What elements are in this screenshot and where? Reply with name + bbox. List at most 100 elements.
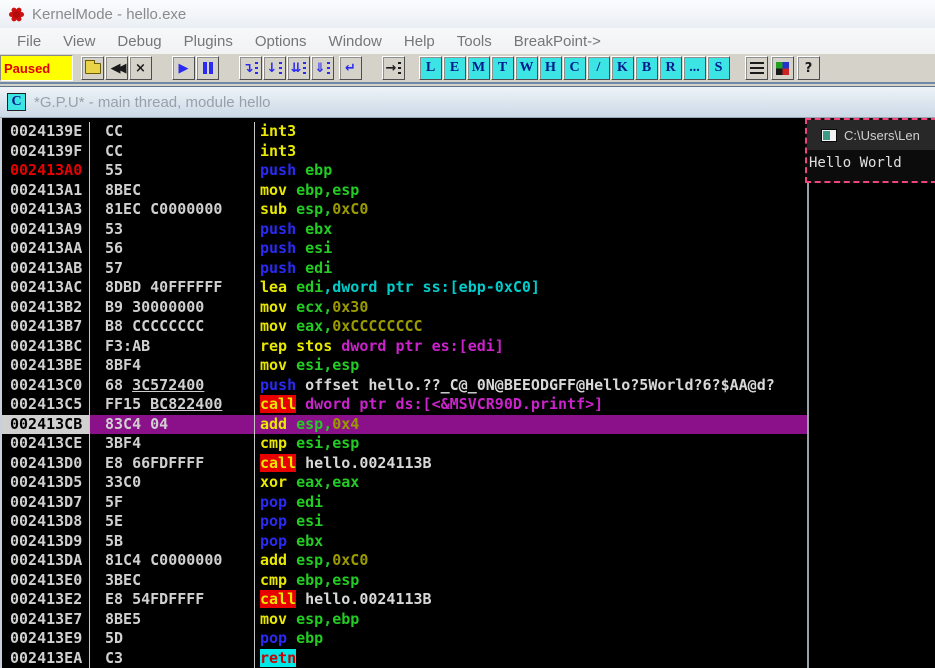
instruction-cell: mov esp,ebp — [255, 610, 807, 630]
disassembly-row[interactable]: 002413C5FF15 BC822400call dword ptr ds:[… — [2, 395, 807, 415]
disassembly-row[interactable]: 002413AC8DBD 40FFFFFFlea edi,dword ptr s… — [2, 278, 807, 298]
trace-into-button[interactable]: ⇊ — [287, 56, 310, 80]
view-button-more[interactable]: ... — [683, 56, 706, 80]
go-to-address-button[interactable]: → — [382, 56, 405, 80]
cpu-window-title-bar[interactable]: C *G.P.U* - main thread, module hello — [0, 86, 935, 118]
title-bar[interactable]: KernelMode - hello.exe — [0, 0, 935, 28]
execute-till-return-button[interactable]: ↵ — [339, 56, 362, 80]
open-file-button[interactable] — [81, 56, 104, 80]
menu-item-debug[interactable]: Debug — [106, 31, 172, 52]
menu-item-file[interactable]: File — [6, 31, 52, 52]
address-cell: 002413D0 — [2, 454, 90, 474]
trace-over-button[interactable]: ⇓ — [311, 56, 334, 80]
disassembly-row[interactable]: 002413D533C0xor eax,eax — [2, 473, 807, 493]
view-button-w[interactable]: W — [515, 56, 538, 80]
step-into-button[interactable]: ↴ — [239, 56, 262, 80]
go-to-icon: → — [386, 62, 397, 75]
disassembly-row[interactable]: 002413AB57push edi — [2, 259, 807, 279]
view-button-s[interactable]: S — [707, 56, 730, 80]
disassembly-row[interactable]: 002413E95Dpop ebp — [2, 629, 807, 649]
disassembly-row[interactable]: 002413A953push ebx — [2, 220, 807, 240]
disassembly-row[interactable]: 002413A18BECmov ebp,esp — [2, 181, 807, 201]
disassembly-row[interactable]: 002413A381EC C0000000sub esp,0xC0 — [2, 200, 807, 220]
disassembly-row[interactable]: 002413EAC3retn — [2, 649, 807, 668]
disassembly-row[interactable]: 002413B2B9 30000000mov ecx,0x30 — [2, 298, 807, 318]
trace-into-icon: ⇊ — [291, 62, 302, 75]
disassembly-row[interactable]: 002413BE8BF4mov esi,esp — [2, 356, 807, 376]
address-cell: 002413E2 — [2, 590, 90, 610]
step-over-button[interactable]: ↓ — [263, 56, 286, 80]
bytes-cell: F3:AB — [90, 337, 255, 357]
trace-over-icon: ⇓ — [315, 62, 326, 75]
cpu-window-icon: C — [7, 93, 26, 111]
bytes-cell: B8 CCCCCCCC — [90, 317, 255, 337]
disassembly-row[interactable]: 0024139FCCint3 — [2, 142, 807, 162]
menu-item-help[interactable]: Help — [393, 31, 446, 52]
disassembly-row[interactable]: 002413AA56push esi — [2, 239, 807, 259]
console-window[interactable]: C:\Users\Len Hello World — [805, 118, 935, 183]
disassembly-row[interactable]: 002413A055push ebp — [2, 161, 807, 181]
view-button-r[interactable]: R — [659, 56, 682, 80]
cpu-window-title: *G.P.U* - main thread, module hello — [34, 94, 271, 111]
address-cell: 002413CB — [2, 415, 90, 435]
view-button-m[interactable]: M — [467, 56, 490, 80]
view-button-t[interactable]: T — [491, 56, 514, 80]
menu-item-window[interactable]: Window — [318, 31, 393, 52]
menu-item-plugins[interactable]: Plugins — [173, 31, 244, 52]
instruction-cell: pop ebp — [255, 629, 807, 649]
disassembly-row[interactable]: 002413E78BE5mov esp,ebp — [2, 610, 807, 630]
disassembly-row[interactable]: 002413D0E8 66FDFFFFcall hello.0024113B — [2, 454, 807, 474]
view-button-k[interactable]: K — [611, 56, 634, 80]
close-program-button[interactable]: × — [129, 56, 152, 80]
address-cell: 002413D7 — [2, 493, 90, 513]
menu-item-options[interactable]: Options — [244, 31, 318, 52]
disassembly-row[interactable]: 002413E2E8 54FDFFFFcall hello.0024113B — [2, 590, 807, 610]
view-button-l[interactable]: L — [419, 56, 442, 80]
disassembly-row[interactable]: 002413D85Epop esi — [2, 512, 807, 532]
bytes-cell: 56 — [90, 239, 255, 259]
view-button-c[interactable]: C — [563, 56, 586, 80]
view-button-patches[interactable]: / — [587, 56, 610, 80]
disassembly-row[interactable]: 002413BCF3:ABrep stos dword ptr es:[edi] — [2, 337, 807, 357]
address-cell: 002413D8 — [2, 512, 90, 532]
view-button-b[interactable]: B — [635, 56, 658, 80]
log-window-button[interactable] — [745, 56, 768, 80]
view-button-h[interactable]: H — [539, 56, 562, 80]
address-cell: 002413E7 — [2, 610, 90, 630]
address-cell: 002413EA — [2, 649, 90, 668]
app-icon — [8, 6, 25, 23]
disassembly-row[interactable]: 0024139ECCint3 — [2, 122, 807, 142]
bytes-cell: C3 — [90, 649, 255, 668]
restart-button[interactable]: ◀◀ — [105, 56, 128, 80]
disassembly-row[interactable]: 002413D95Bpop ebx — [2, 532, 807, 552]
menu-item-view[interactable]: View — [52, 31, 106, 52]
disassembly-row[interactable]: 002413B7B8 CCCCCCCCmov eax,0xCCCCCCCC — [2, 317, 807, 337]
disassembly-row[interactable]: 002413C068 3C572400push offset hello.??_… — [2, 376, 807, 396]
disassembly-row[interactable]: 002413E03BECcmp ebp,esp — [2, 571, 807, 591]
address-cell: 002413AC — [2, 278, 90, 298]
menu-item-tools[interactable]: Tools — [446, 31, 503, 52]
right-pane — [809, 118, 935, 668]
view-button-e[interactable]: E — [443, 56, 466, 80]
bytes-cell: 5E — [90, 512, 255, 532]
bytes-cell: 5F — [90, 493, 255, 513]
instruction-cell: mov ecx,0x30 — [255, 298, 807, 318]
run-button[interactable]: ▶ — [172, 56, 195, 80]
disassembly-row[interactable]: 002413CB83C4 04add esp,0x4 — [2, 415, 807, 435]
instruction-cell: call hello.0024113B — [255, 454, 807, 474]
disassembly-row[interactable]: 002413CE3BF4cmp esi,esp — [2, 434, 807, 454]
rewind-icon: ◀◀ — [111, 62, 123, 75]
disassembly-row[interactable]: 002413D75Fpop edi — [2, 493, 807, 513]
menu-item-breakpoint[interactable]: BreakPoint-> — [503, 31, 612, 52]
disassembly-pane[interactable]: 0024139ECCint30024139FCCint3002413A055pu… — [2, 118, 807, 668]
windows-button[interactable] — [771, 56, 794, 80]
console-title-bar[interactable]: C:\Users\Len — [807, 120, 935, 150]
help-button[interactable]: ? — [797, 56, 820, 80]
address-cell: 002413BC — [2, 337, 90, 357]
instruction-cell: mov eax,0xCCCCCCCC — [255, 317, 807, 337]
pause-button[interactable] — [196, 56, 219, 80]
instruction-cell: mov esi,esp — [255, 356, 807, 376]
instruction-cell: add esp,0xC0 — [255, 551, 807, 571]
question-icon: ? — [805, 62, 813, 75]
disassembly-row[interactable]: 002413DA81C4 C0000000add esp,0xC0 — [2, 551, 807, 571]
